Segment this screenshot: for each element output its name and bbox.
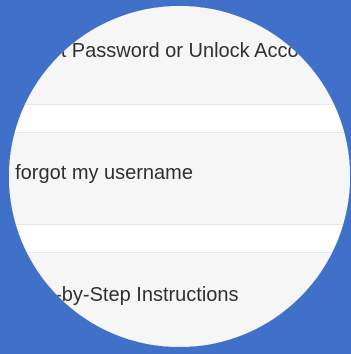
- forgot-username-label: I forgot my username: [9, 162, 193, 184]
- forgot-username-option[interactable]: I forgot my username: [9, 132, 350, 225]
- instructions-option[interactable]: Step-by-Step Instructions: [9, 252, 350, 347]
- magnifier-lens: Reset Password or Unlock Account I forgo…: [9, 6, 350, 347]
- instructions-label: Step-by-Step Instructions: [14, 284, 239, 306]
- account-help-options: Reset Password or Unlock Account I forgo…: [9, 6, 350, 347]
- divider: [9, 105, 350, 132]
- reset-password-label: Reset Password or Unlock Account: [14, 40, 327, 62]
- reset-password-option[interactable]: Reset Password or Unlock Account: [9, 6, 350, 105]
- divider: [9, 225, 350, 252]
